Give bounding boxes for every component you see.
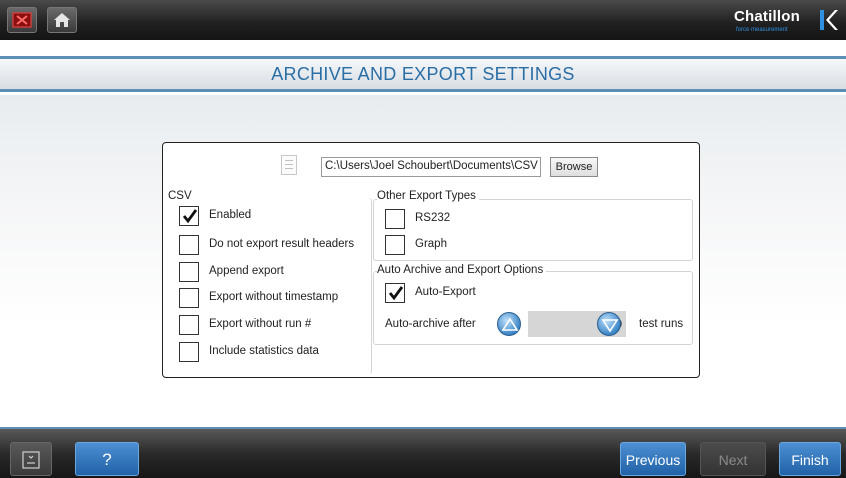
append-export-label: Append export [209,265,284,277]
triangle-down-icon [601,319,619,333]
settings-panel: C:\Users\Joel Schoubert\Documents\CSV Br… [162,142,700,378]
no-timestamp-label: Export without timestamp [209,291,339,303]
statistics-checkbox[interactable] [179,342,199,362]
close-icon [12,12,32,28]
keyboard-icon [22,451,40,469]
auto-export-checkbox[interactable] [385,283,405,303]
other-export-group [373,199,693,261]
keyboard-button[interactable] [10,442,52,476]
csv-enabled-label: Enabled [209,209,252,221]
checkmark-icon [388,286,404,301]
auto-archive-after-label: Auto-archive after [385,318,476,330]
other-export-label: Other Export Types [377,190,479,202]
no-run-number-checkbox[interactable] [179,315,199,335]
brand-tagline: force measurement [736,27,788,33]
checkmark-icon [182,209,198,224]
increment-button[interactable] [497,312,521,336]
auto-archive-label: Auto Archive and Export Options [377,264,547,276]
rs232-checkbox[interactable] [385,209,405,229]
graph-label: Graph [415,238,447,250]
no-headers-label: Do not export result headers [209,238,355,250]
browse-button[interactable]: Browse [550,157,598,177]
append-export-checkbox[interactable] [179,262,199,282]
help-button[interactable]: ? [75,442,139,476]
brand-name: Chatillon [734,8,800,25]
rs232-label: RS232 [415,212,451,224]
no-timestamp-checkbox[interactable] [179,288,199,308]
decrement-button[interactable] [597,312,621,336]
bottom-bar: ? Previous Next Finish [0,427,846,478]
brand-logo: Chatillon force measurement [734,7,838,35]
file-icon [281,155,297,175]
home-button[interactable] [47,7,77,33]
top-bar: Chatillon force measurement [0,0,846,40]
next-button[interactable]: Next [700,442,766,476]
triangle-up-icon [501,317,519,331]
title-bar: ARCHIVE AND EXPORT SETTINGS [0,56,846,92]
export-path-field[interactable]: C:\Users\Joel Schoubert\Documents\CSV [321,157,541,177]
test-runs-label: test runs [639,318,684,330]
csv-enabled-checkbox[interactable] [179,206,199,226]
page-title: ARCHIVE AND EXPORT SETTINGS [271,64,575,84]
graph-checkbox[interactable] [385,235,405,255]
no-run-number-label: Export without run # [209,318,312,330]
statistics-label: Include statistics data [209,345,319,357]
brand-mark-icon [820,10,838,30]
home-icon [54,13,70,27]
finish-button[interactable]: Finish [779,442,841,476]
previous-button[interactable]: Previous [620,442,686,476]
close-button[interactable] [7,7,37,33]
auto-export-label: Auto-Export [415,286,476,298]
no-headers-checkbox[interactable] [179,235,199,255]
